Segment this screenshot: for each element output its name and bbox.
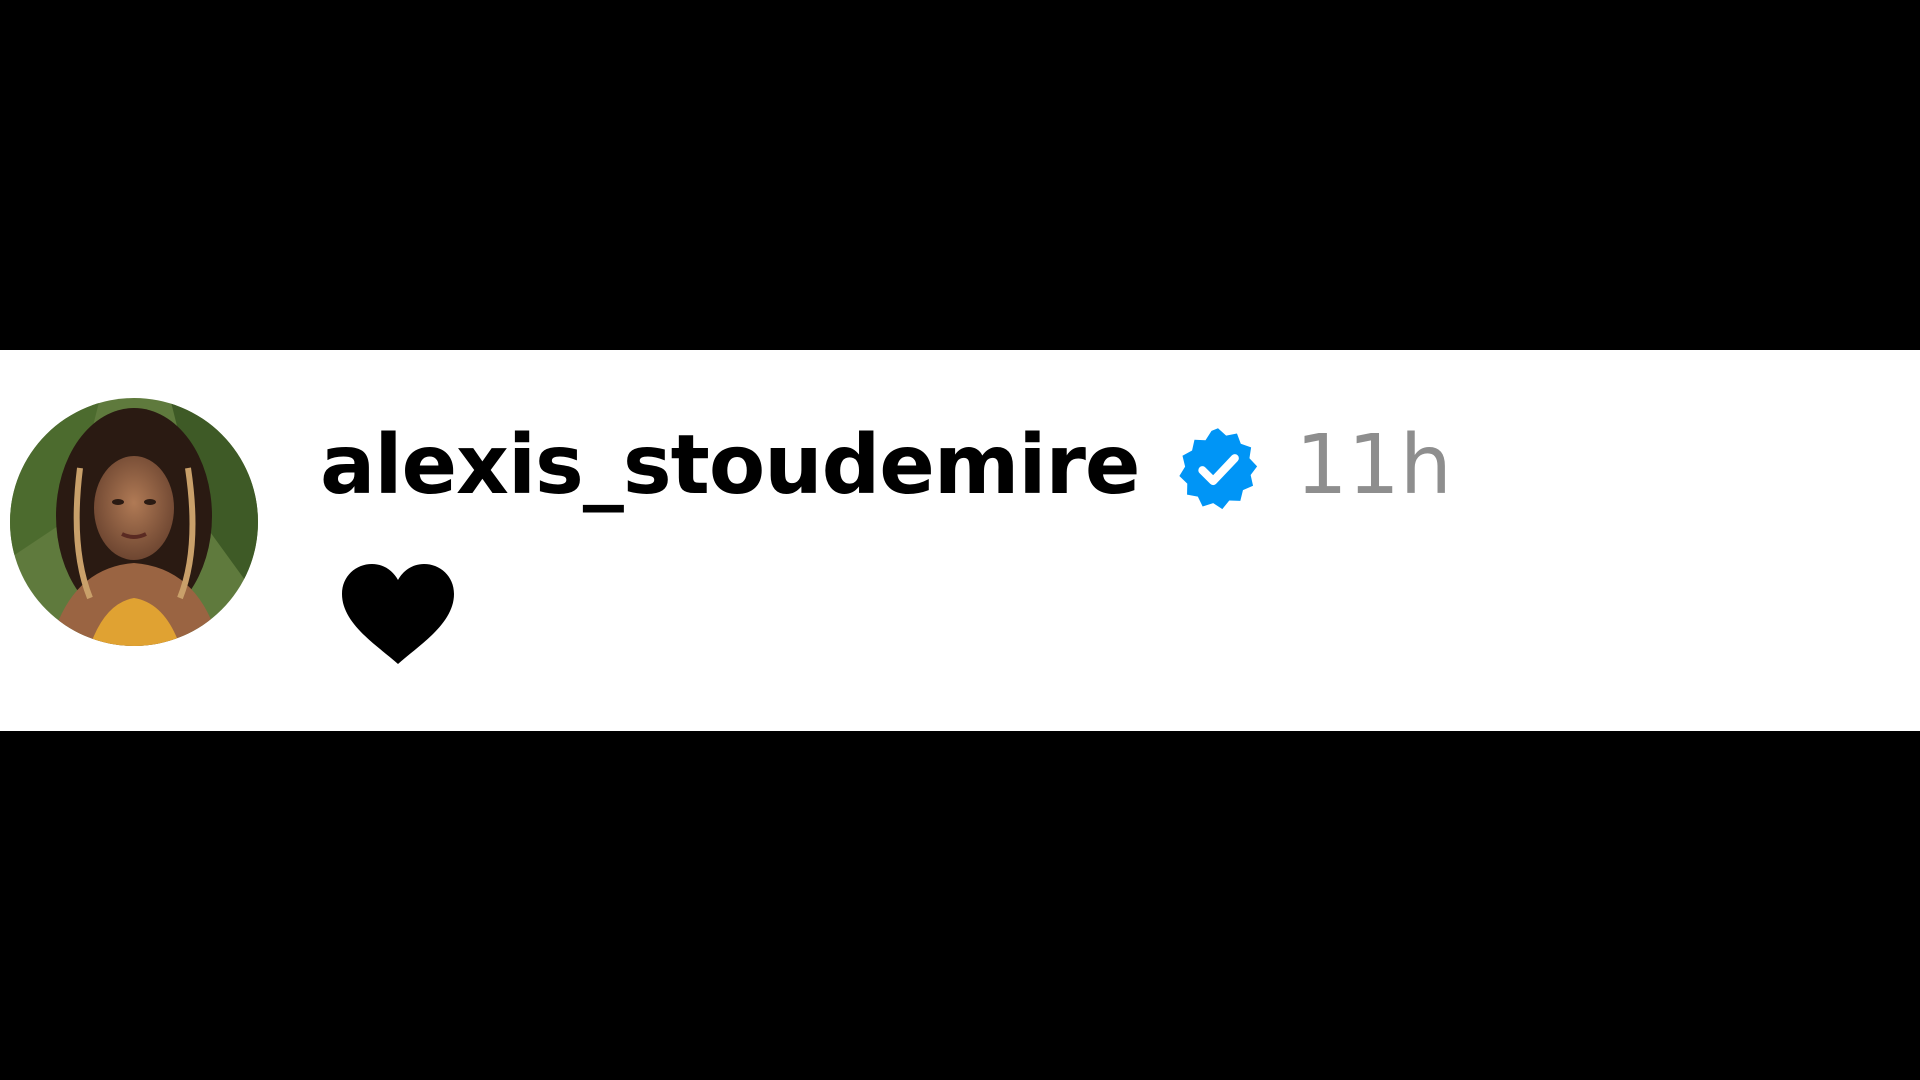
comment-text	[338, 560, 458, 670]
comment-card: alexis_stoudemire 11h	[0, 350, 1920, 731]
verified-badge-icon	[1170, 421, 1266, 517]
black-heart-icon	[342, 564, 454, 664]
username[interactable]: alexis_stoudemire	[320, 418, 1140, 513]
comment-header: alexis_stoudemire 11h	[320, 405, 1452, 525]
timestamp[interactable]: 11h	[1296, 418, 1452, 513]
letterbox-top	[0, 0, 1920, 350]
letterbox-bottom	[0, 731, 1920, 1080]
avatar-photo-icon	[10, 398, 258, 646]
avatar[interactable]	[10, 398, 258, 646]
